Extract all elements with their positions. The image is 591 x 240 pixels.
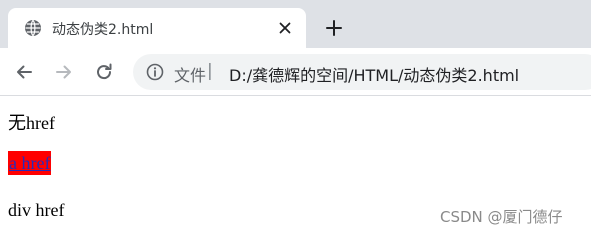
address-bar[interactable]: 文件 | D:/龚德辉的空间/HTML/动态伪类2.html <box>133 54 591 90</box>
globe-icon <box>24 19 42 37</box>
url-text[interactable]: D:/龚德辉的空间/HTML/动态伪类2.html <box>229 62 519 86</box>
address-separator: | <box>207 61 213 81</box>
reload-icon[interactable] <box>90 58 118 86</box>
a-href-link[interactable]: a href <box>8 151 52 175</box>
toolbar: 文件 | D:/龚德辉的空间/HTML/动态伪类2.html <box>0 48 591 96</box>
close-icon[interactable] <box>274 17 296 39</box>
div-href-text: div href <box>8 200 65 220</box>
tab-strip: 动态伪类2.html <box>0 0 591 48</box>
back-arrow-icon[interactable] <box>10 58 38 86</box>
page-content: 无href a href div href CSDN @厦门德仔 <box>0 96 591 233</box>
forward-arrow-icon[interactable] <box>50 58 78 86</box>
tab-active[interactable]: 动态伪类2.html <box>8 8 306 48</box>
csdn-watermark: CSDN @厦门德仔 <box>440 208 563 226</box>
info-icon[interactable] <box>146 63 164 81</box>
plain-text-no-href: 无href <box>8 113 55 133</box>
browser-chrome: 动态伪类2.html 文件 | D:/龚德辉的空间/HTML/动态伪类2.htm… <box>0 0 591 96</box>
file-scheme-label: 文件 <box>174 66 207 85</box>
plus-icon[interactable] <box>318 12 350 44</box>
tab-title: 动态伪类2.html <box>52 22 154 38</box>
